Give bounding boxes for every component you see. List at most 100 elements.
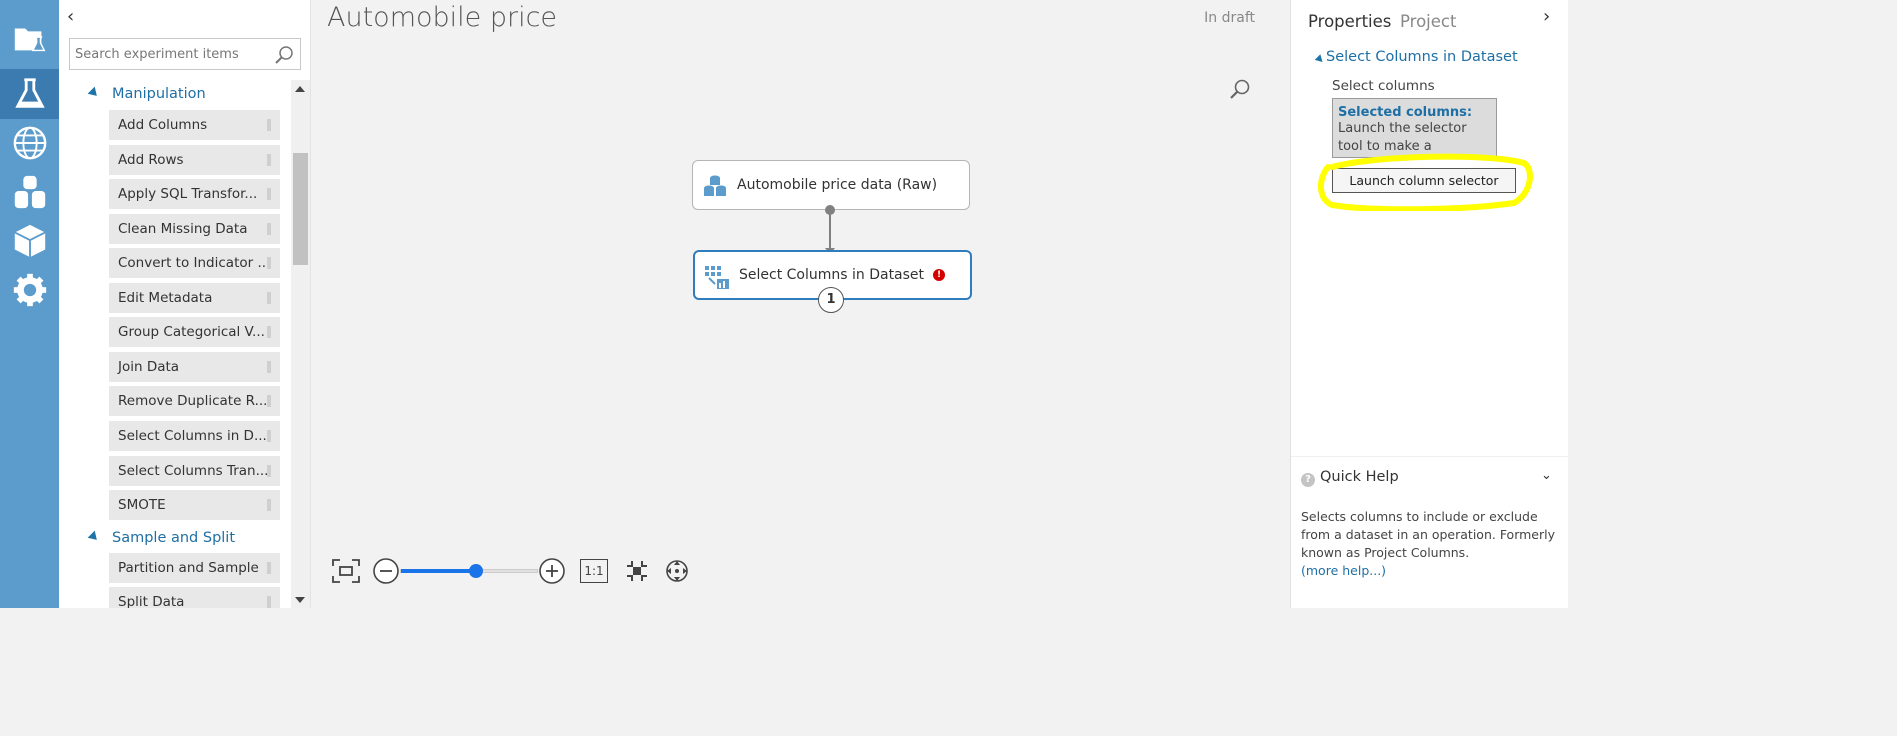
select-columns-module-icon [705,266,729,289]
module-label: Partition and Sample [118,560,259,576]
quick-help-title: Quick Help [1320,469,1399,485]
palette-scrollbar[interactable] [291,80,310,608]
navigation-bar [0,0,59,608]
module-item[interactable]: Group Categorical V... [109,317,280,347]
module-item[interactable]: Join Data [109,352,280,382]
module-list: Manipulation Add Columns Add Rows Apply … [59,80,291,608]
drag-grip-icon [267,257,271,269]
module-item[interactable]: Add Columns [109,110,280,140]
node-label: Select Columns in Dataset [739,267,925,283]
zoom-slider[interactable] [400,564,538,578]
expand-triangle-icon [87,86,101,100]
module-item[interactable]: Add Rows [109,145,280,175]
module-label: SMOTE [118,497,166,513]
drag-grip-icon [267,326,271,338]
tab-properties[interactable]: Properties [1308,12,1391,31]
drag-grip-icon [267,292,271,304]
node-label: Automobile price data (Raw) [737,177,938,193]
module-label: Add Rows [118,152,184,168]
chevron-down-icon[interactable]: ⌄ [1541,468,1552,483]
module-label: Group Categorical V... [118,324,265,340]
divider [1291,456,1569,457]
tab-project[interactable]: Project [1400,12,1456,31]
actual-size-label: 1:1 [580,559,608,583]
module-label: Split Data [118,594,185,608]
drag-grip-icon [267,361,271,373]
projects-folder-icon[interactable] [0,15,59,63]
experiment-title[interactable]: Automobile price [327,2,557,33]
drag-grip-icon [267,188,271,200]
module-item[interactable]: Clean Missing Data [109,214,280,244]
category-manipulation[interactable]: Manipulation [59,80,291,108]
pan-move-icon[interactable] [662,556,692,586]
drag-grip-icon [267,119,271,131]
canvas-search-icon[interactable] [1229,78,1251,100]
expand-triangle-icon [87,530,101,544]
trained-models-cube-icon[interactable] [0,217,59,265]
drag-grip-icon [267,154,271,166]
zoom-slider-thumb[interactable] [468,564,483,578]
category-label: Sample and Split [112,530,236,546]
actual-size-button[interactable]: 1:1 [579,556,609,586]
scroll-up-arrow-icon[interactable] [295,86,305,92]
module-palette: ‹ Manipulation Add Columns Add Rows Appl… [59,0,311,608]
fit-selection-icon[interactable] [622,556,652,586]
properties-panel: Properties Project › Select Columns in D… [1290,0,1569,608]
module-item[interactable]: Select Columns in D... [109,421,280,451]
module-item[interactable]: Convert to Indicator ... [109,248,280,278]
fit-to-screen-icon[interactable] [331,556,361,586]
search-icon[interactable] [274,45,294,65]
experiment-canvas[interactable]: Automobile price In draft Automobile pri… [311,0,1290,608]
dataset-node-automobile-price[interactable]: Automobile price data (Raw) [692,160,970,210]
drag-grip-icon [267,562,271,574]
module-label: Edit Metadata [118,290,213,306]
drag-grip-icon [267,395,271,407]
zoom-in-icon[interactable] [537,556,567,586]
search-input[interactable] [70,40,270,68]
module-label: Add Columns [118,117,208,133]
module-label: Join Data [118,359,180,375]
connection-line[interactable] [829,214,831,251]
module-label: Select Columns in D... [118,428,267,444]
web-services-globe-icon[interactable] [0,119,59,167]
module-item[interactable]: Apply SQL Transfor... [109,179,280,209]
dataset-icon [704,175,726,196]
help-question-icon: ? [1301,473,1315,487]
drag-grip-icon [267,596,271,608]
module-item[interactable]: Select Columns Tran... [109,456,280,486]
module-label: Clean Missing Data [118,221,248,237]
experiment-status: In draft [1204,10,1255,26]
module-label: Select Columns Tran... [118,463,269,479]
drag-grip-icon [267,430,271,442]
port-count-badge[interactable]: 1 [818,287,844,313]
selected-columns-heading: Selected columns: [1338,105,1473,120]
zoom-out-icon[interactable] [371,556,401,586]
drag-grip-icon [267,499,271,511]
datasets-icon[interactable] [0,168,59,216]
drag-grip-icon [267,465,271,477]
module-item[interactable]: Remove Duplicate R... [109,386,280,416]
select-columns-label: Select columns [1332,78,1435,94]
zoom-slider-fill [401,569,476,573]
settings-gear-icon[interactable] [0,266,59,314]
launch-column-selector-button[interactable]: Launch column selector [1332,168,1516,193]
more-help-link[interactable]: (more help...) [1301,563,1386,578]
module-item[interactable]: Edit Metadata [109,283,280,313]
module-item[interactable]: SMOTE [109,490,280,520]
experiments-flask-icon[interactable] [0,69,59,119]
expand-triangle-icon[interactable] [1314,54,1326,65]
quick-help-text: Selects columns to include or exclude fr… [1301,509,1556,560]
module-item[interactable]: Split Data [109,587,280,608]
category-sample-and-split[interactable]: Sample and Split [59,524,291,552]
scroll-thumb[interactable] [293,153,308,265]
section-title[interactable]: Select Columns in Dataset [1326,49,1518,65]
error-icon[interactable]: ! [933,269,945,281]
category-label: Manipulation [112,86,206,102]
collapse-properties-icon[interactable]: › [1543,6,1550,27]
scroll-down-arrow-icon[interactable] [295,597,305,603]
module-label: Remove Duplicate R... [118,393,268,409]
search-box [69,38,301,70]
module-label: Apply SQL Transfor... [118,186,258,202]
module-item[interactable]: Partition and Sample [109,553,280,583]
collapse-palette-icon[interactable]: ‹ [67,6,74,27]
